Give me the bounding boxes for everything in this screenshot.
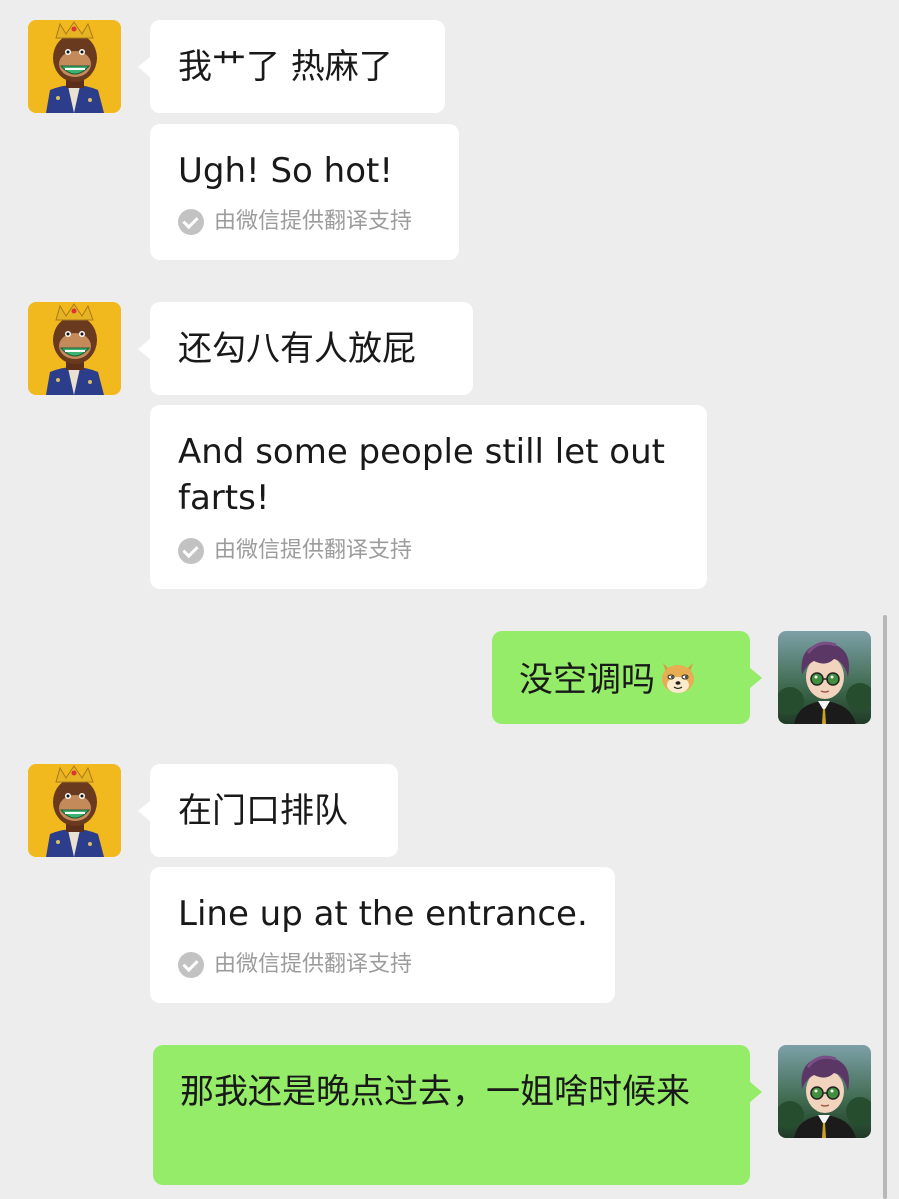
contact-avatar[interactable] [28, 20, 121, 113]
translation-text: Line up at the entrance. [178, 894, 588, 934]
message-bubble-outgoing[interactable]: 那我还是晚点过去，一姐啥时候来 [153, 1045, 762, 1185]
translation-credit: 由微信提供翻译支持 [178, 208, 412, 236]
message-text: 我艹了 热麻了 [178, 47, 393, 87]
check-circle-icon [178, 538, 204, 564]
translation-bubble[interactable]: And some people still let out farts! 由微信… [150, 405, 707, 589]
message-bubble-outgoing[interactable]: 没空调吗 [492, 631, 762, 724]
scrollbar[interactable] [883, 615, 887, 1199]
translation-text: Ugh! So hot! [178, 151, 393, 191]
ape-avatar-icon [28, 20, 121, 113]
anime-boy-avatar-icon [778, 631, 871, 724]
message-text: 那我还是晚点过去，一姐啥时候来 [180, 1072, 690, 1112]
message-bubble-incoming[interactable]: 在门口排队 [138, 764, 398, 857]
self-avatar[interactable] [778, 1045, 871, 1138]
message-text: 没空调吗 [519, 655, 699, 703]
message-text: 还勾八有人放屁 [178, 329, 416, 369]
contact-avatar[interactable] [28, 764, 121, 857]
translation-text: And some people still let out farts! [178, 432, 665, 518]
check-circle-icon [178, 952, 204, 978]
ape-avatar-icon [28, 764, 121, 857]
translation-bubble[interactable]: Line up at the entrance. 由微信提供翻译支持 [150, 867, 615, 1003]
message-text: 在门口排队 [178, 791, 348, 831]
self-avatar[interactable] [778, 631, 871, 724]
message-bubble-incoming[interactable]: 还勾八有人放屁 [138, 302, 473, 395]
doge-emoji-icon [662, 663, 694, 693]
message-bubble-incoming[interactable]: 我艹了 热麻了 [138, 20, 445, 113]
anime-boy-avatar-icon [778, 1045, 871, 1138]
translation-credit: 由微信提供翻译支持 [178, 537, 412, 565]
translation-bubble[interactable]: Ugh! So hot! 由微信提供翻译支持 [150, 124, 459, 260]
contact-avatar[interactable] [28, 302, 121, 395]
ape-avatar-icon [28, 302, 121, 395]
check-circle-icon [178, 209, 204, 235]
translation-credit: 由微信提供翻译支持 [178, 951, 412, 979]
